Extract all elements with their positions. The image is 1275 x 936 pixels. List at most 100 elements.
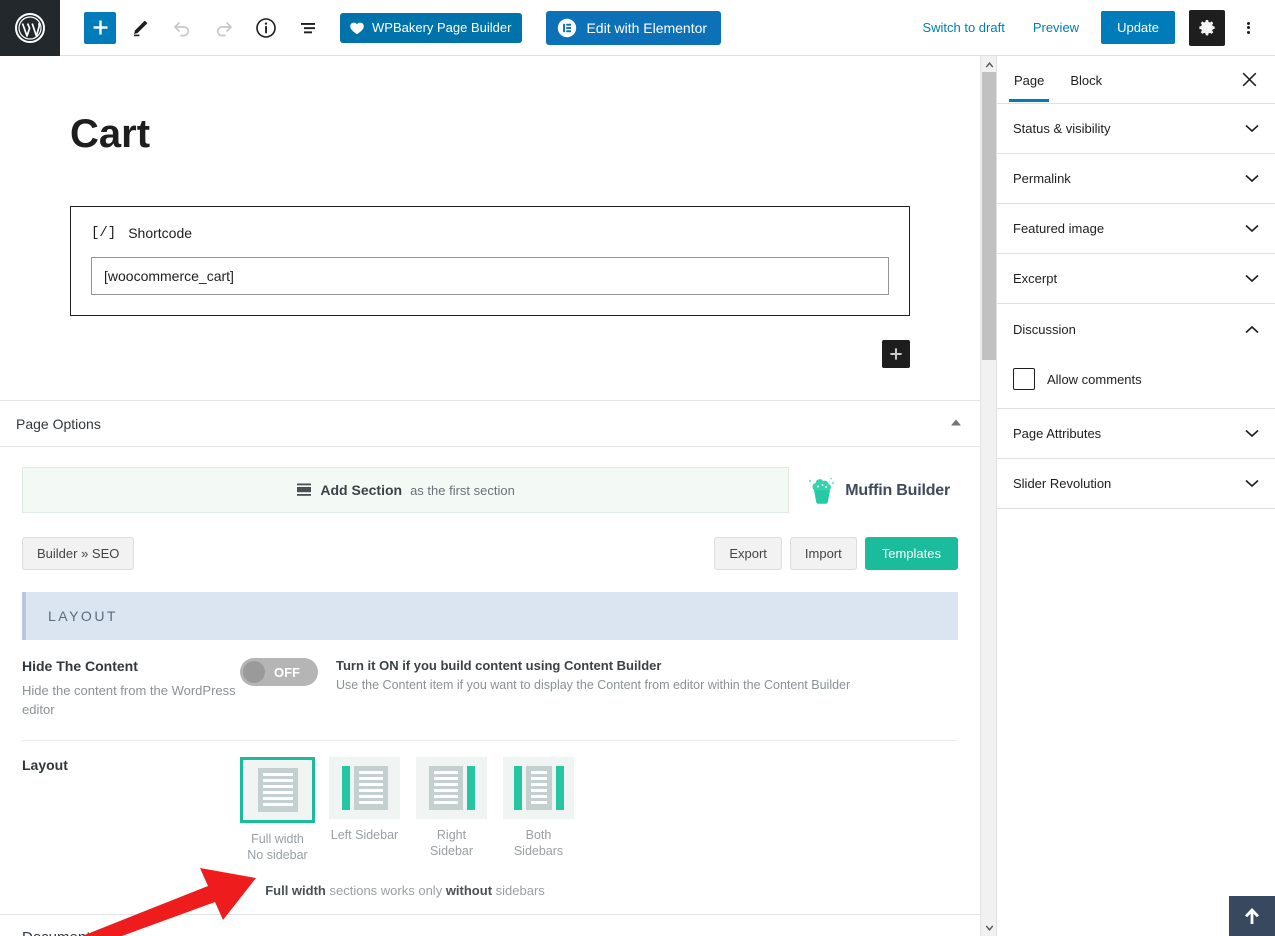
panel-title: Excerpt xyxy=(1013,271,1058,286)
hide-content-help: Turn it ON if you build content using Co… xyxy=(336,658,850,692)
undo-button[interactable] xyxy=(164,10,200,46)
layout-caption: Right Sidebar xyxy=(414,827,489,859)
layout-caption: Full width No sidebar xyxy=(240,831,315,863)
chevron-up-icon[interactable] xyxy=(950,418,962,430)
tab-block[interactable]: Block xyxy=(1057,59,1115,101)
list-view-button[interactable] xyxy=(290,10,326,46)
close-sidebar-button[interactable] xyxy=(1231,62,1267,98)
layout-option-left-sidebar[interactable]: Left Sidebar xyxy=(327,756,402,863)
wpbakery-logo-icon xyxy=(350,22,364,34)
plus-icon xyxy=(93,20,107,35)
scroll-to-top-button[interactable] xyxy=(1229,896,1275,936)
add-section-button[interactable]: Add Section as the first section xyxy=(22,467,790,513)
layout-option-full-width[interactable]: Full width No sidebar xyxy=(240,756,315,863)
chevron-down-icon xyxy=(1245,479,1259,488)
editor-scrollbar[interactable] xyxy=(980,56,996,936)
hide-the-content-row: Hide The Content Hide the content from t… xyxy=(22,640,958,741)
toggle-knob xyxy=(243,661,265,683)
builder-top-row: Add Section as the first section Muffin … xyxy=(22,467,958,513)
scroll-up-arrow-icon[interactable] xyxy=(981,56,997,72)
panel-title: Permalink xyxy=(1013,171,1071,186)
shortcode-block[interactable]: [/] Shortcode xyxy=(70,206,910,316)
layout-note-post: sidebars xyxy=(492,882,545,898)
sidebar-panel-featured-image[interactable]: Featured image xyxy=(997,204,1275,254)
sidebar-panel-status-visibility[interactable]: Status & visibility xyxy=(997,104,1275,154)
hide-content-field: OFF Turn it ON if you build content usin… xyxy=(240,658,958,720)
chevron-down-icon xyxy=(1245,174,1259,183)
list-view-icon xyxy=(301,22,315,33)
sidebar-panel-excerpt[interactable]: Excerpt xyxy=(997,254,1275,304)
layout-caption-line2: Sidebar xyxy=(429,843,474,858)
scrollbar-thumb[interactable] xyxy=(982,72,996,360)
tab-page[interactable]: Page xyxy=(1001,59,1057,102)
hide-content-label: Hide The Content xyxy=(22,658,138,674)
dot xyxy=(1246,26,1250,29)
page-title[interactable]: Cart xyxy=(0,56,980,156)
page-options-body: Add Section as the first section Muffin … xyxy=(0,447,980,914)
layout-row: Layout Full width No sidebar Left Sideba… xyxy=(22,741,958,877)
redo-button[interactable] xyxy=(206,10,242,46)
edit-with-elementor-button[interactable]: Edit with Elementor xyxy=(546,10,722,45)
page-options-header[interactable]: Page Options xyxy=(0,401,980,447)
wordpress-logo-icon[interactable] xyxy=(0,0,60,56)
details-button[interactable] xyxy=(248,10,284,46)
editor-canvas-region: Cart [/] Shortcode Page Options xyxy=(0,56,980,936)
hide-content-toggle[interactable]: OFF xyxy=(240,658,318,686)
toggle-state-label: OFF xyxy=(274,664,300,680)
elementor-label: Edit with Elementor xyxy=(586,19,708,36)
chevron-up-icon xyxy=(1245,325,1259,334)
pencil-icon xyxy=(134,20,148,36)
wpbakery-page-builder-button[interactable]: WPBakery Page Builder xyxy=(340,12,523,43)
layout-caption: Left Sidebar xyxy=(327,827,402,843)
layout-caption-line2: Sidebars xyxy=(513,843,564,858)
sidebar-panel-page-attributes[interactable]: Page Attributes xyxy=(997,409,1275,459)
layout-option-both-sidebars[interactable]: Both Sidebars xyxy=(501,756,576,863)
add-block-button[interactable] xyxy=(84,11,116,44)
shortcode-input[interactable] xyxy=(91,257,889,295)
layout-sidebar-shape xyxy=(466,765,475,810)
settings-button[interactable] xyxy=(1189,9,1225,46)
panel-title: Status & visibility xyxy=(1013,121,1111,136)
export-button[interactable]: Export xyxy=(714,537,782,570)
more-options-button[interactable] xyxy=(1233,10,1263,46)
sidebar-panel-permalink[interactable]: Permalink xyxy=(997,154,1275,204)
templates-button[interactable]: Templates xyxy=(864,537,958,570)
shortcode-block-label: Shortcode xyxy=(128,225,193,241)
builder-seo-button[interactable]: Builder » SEO xyxy=(22,537,135,570)
layout-options: Full width No sidebar Left Sidebar Right… xyxy=(240,756,576,863)
switch-to-draft-button[interactable]: Switch to draft xyxy=(910,14,1016,41)
layout-labels: Layout xyxy=(22,757,240,863)
sidebar-panel-discussion[interactable]: Discussion xyxy=(997,304,1275,354)
hide-content-help-strong: Turn it ON if you build content using Co… xyxy=(336,658,662,673)
redo-icon xyxy=(216,21,232,36)
layout-sidebar-shape xyxy=(341,765,350,810)
layout-option-right-sidebar[interactable]: Right Sidebar xyxy=(414,756,489,863)
layout-page-shape xyxy=(353,765,388,810)
sidebar-panel-slider-revolution[interactable]: Slider Revolution xyxy=(997,459,1275,509)
toolbar-right-group: Switch to draft Preview Update xyxy=(910,9,1275,46)
edit-mode-button[interactable] xyxy=(122,10,158,46)
add-block-appender-button[interactable] xyxy=(882,340,910,368)
shortcode-block-header: [/] Shortcode xyxy=(91,225,889,241)
close-icon xyxy=(1242,72,1256,87)
import-button[interactable]: Import xyxy=(789,537,857,570)
layout-page-shape xyxy=(428,765,463,810)
add-section-icon xyxy=(296,482,312,498)
layout-page-shape xyxy=(257,767,298,812)
preview-button[interactable]: Preview xyxy=(1021,14,1091,41)
layout-caption-line1: Right xyxy=(436,827,467,842)
allow-comments-row[interactable]: Allow comments xyxy=(1013,368,1259,390)
layout-thumb-full-width xyxy=(240,756,315,823)
layout-sidebar-shape xyxy=(513,765,522,810)
layout-note-mid: sections works only xyxy=(325,882,446,898)
update-button[interactable]: Update xyxy=(1101,11,1175,44)
allow-comments-checkbox[interactable] xyxy=(1013,368,1035,390)
hide-content-labels: Hide The Content Hide the content from t… xyxy=(22,658,240,720)
chevron-down-icon xyxy=(1245,224,1259,233)
hide-content-desc: Hide the content from the WordPress edit… xyxy=(22,683,236,717)
allow-comments-label: Allow comments xyxy=(1047,371,1142,387)
panel-title: Discussion xyxy=(1013,321,1076,337)
discussion-panel-body: Allow comments xyxy=(997,354,1275,409)
layout-caption-line1: Full width xyxy=(251,831,304,846)
scroll-down-arrow-icon[interactable] xyxy=(981,920,997,936)
